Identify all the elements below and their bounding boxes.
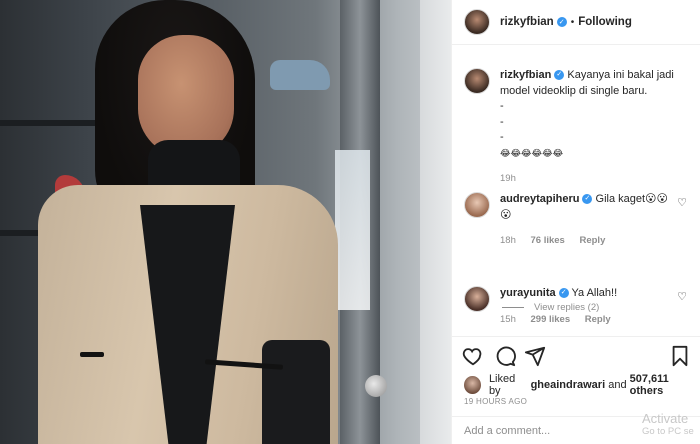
avatar[interactable] xyxy=(464,376,481,394)
photo-sleeve xyxy=(262,340,330,444)
like-comment-icon[interactable]: ♡ xyxy=(677,196,687,209)
activate-windows-watermark: Activate Go to PC se xyxy=(642,412,700,438)
caption-line: Kayanya ini bakal jadi xyxy=(567,69,674,81)
liked-by-prefix: Liked by xyxy=(488,373,516,397)
following-button[interactable]: Following xyxy=(578,16,632,28)
verified-icon: ✓ xyxy=(556,17,567,27)
reply-button[interactable]: Reply xyxy=(579,235,605,246)
avatar[interactable] xyxy=(464,68,490,94)
liked-by-user[interactable]: gheaindrawari xyxy=(531,379,606,391)
caption-dash: - xyxy=(500,131,504,143)
photo-window xyxy=(335,150,370,310)
liked-by-count[interactable]: 507,611 others xyxy=(630,373,700,397)
verified-icon: ✓ xyxy=(554,70,565,81)
watermark-line: Activate xyxy=(642,412,689,426)
photo-door-knob xyxy=(365,375,387,397)
caption-time[interactable]: 19h xyxy=(500,173,516,184)
caption-dash: - xyxy=(500,100,504,112)
comment-text: yurayunita ✓ Ya Allah!! 15h 299 likes Rep… xyxy=(500,286,690,327)
comment-item: audreytapiheru ✓ Gila kaget😮😮 😮 18h 76 li… xyxy=(464,192,690,249)
comment-text: audreytapiheru ✓ Gila kaget😮😮 😮 18h 76 li… xyxy=(500,192,690,249)
comment-icon[interactable] xyxy=(494,345,516,367)
caption-text: rizkyfbian ✓ Kayanya ini bakal jadi model… xyxy=(500,68,690,187)
caption-emojis: 😂😂😂😂😂😂 xyxy=(500,147,564,158)
verified-icon: ✓ xyxy=(582,194,593,205)
liked-by-and: and xyxy=(608,379,627,391)
photo-wall xyxy=(420,0,451,444)
caption-meta: 19h xyxy=(500,171,690,187)
comment-time[interactable]: 18h xyxy=(500,235,516,246)
photo-zipper xyxy=(80,352,104,357)
comment-likes[interactable]: 76 likes xyxy=(531,235,565,246)
post-side-panel: rizkyfbian ✓ • Following rizkyfbian ✓ Kay… xyxy=(451,0,700,444)
separator-dot: • xyxy=(570,16,575,28)
comment-meta: 15h 299 likes Reply xyxy=(500,312,690,328)
comment-username[interactable]: yurayunita xyxy=(500,287,556,299)
photo-face xyxy=(138,35,234,157)
comment-body: Gila kaget😮😮 xyxy=(595,193,668,205)
liked-by: Liked by gheaindrawari and 507,611 other… xyxy=(464,373,700,397)
avatar[interactable] xyxy=(464,192,490,218)
comments-list[interactable]: rizkyfbian ✓ Kayanya ini bakal jadi model… xyxy=(452,46,700,336)
share-icon[interactable] xyxy=(524,345,546,367)
post-timestamp[interactable]: 19 HOURS AGO xyxy=(464,397,527,406)
caption-username[interactable]: rizkyfbian xyxy=(500,69,551,81)
action-icons xyxy=(462,345,691,369)
comment-meta: 18h 76 likes Reply xyxy=(500,233,690,249)
comment-body: Ya Allah!! xyxy=(571,287,618,299)
caption: rizkyfbian ✓ Kayanya ini bakal jadi model… xyxy=(464,68,690,187)
photo-shoe xyxy=(270,60,330,90)
post-username[interactable]: rizkyfbian xyxy=(500,16,554,28)
heart-icon[interactable] xyxy=(462,345,484,367)
verified-icon: ✓ xyxy=(558,288,569,299)
reply-button[interactable]: Reply xyxy=(585,314,611,325)
caption-line: model videoklip di single baru. xyxy=(500,84,648,97)
avatar[interactable] xyxy=(464,9,490,35)
comment-likes[interactable]: 299 likes xyxy=(531,314,571,325)
post-header: rizkyfbian ✓ • Following xyxy=(452,0,700,45)
watermark-line: Go to PC se xyxy=(642,426,694,437)
bookmark-icon[interactable] xyxy=(669,345,691,367)
comment-item: yurayunita ✓ Ya Allah!! 15h 299 likes Rep… xyxy=(464,286,690,327)
comment-username[interactable]: audreytapiheru xyxy=(500,193,579,205)
comment-time[interactable]: 15h xyxy=(500,314,516,325)
avatar[interactable] xyxy=(464,286,490,312)
post-photo[interactable] xyxy=(0,0,451,444)
comment-body: 😮 xyxy=(500,208,512,221)
like-comment-icon[interactable]: ♡ xyxy=(677,290,687,303)
caption-dash: - xyxy=(500,115,504,128)
